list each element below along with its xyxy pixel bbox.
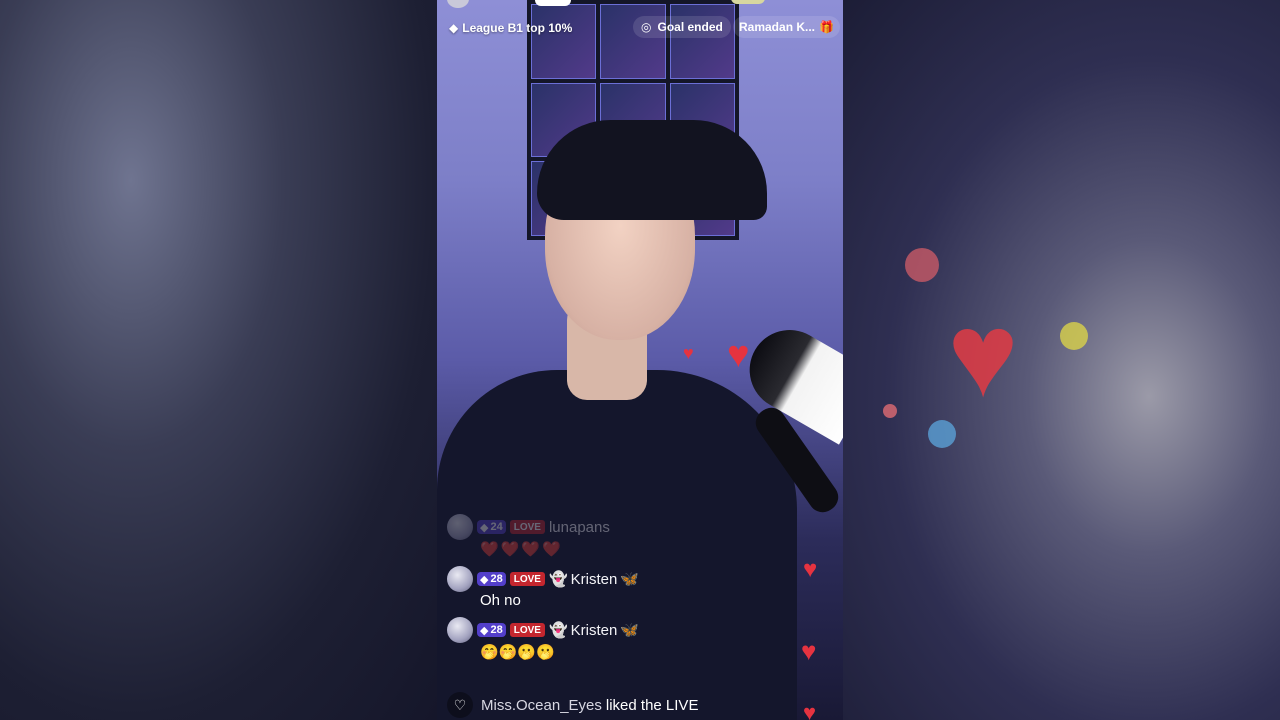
chat-message: ◆ 28 LOVE 👻 Kristen 🦋 Oh no xyxy=(447,566,787,609)
love-badge: LOVE xyxy=(509,520,545,534)
backdrop-left xyxy=(0,0,437,720)
chat-username[interactable]: 👻 Kristen 🦋 xyxy=(548,621,640,640)
league-label: League B1 top 10% xyxy=(462,21,573,35)
avatar[interactable] xyxy=(447,566,473,592)
chat-username[interactable]: 👻 Kristen 🦋 xyxy=(548,570,640,589)
level-badge: ◆ 28 xyxy=(477,572,506,586)
level-badge: ◆ 28 xyxy=(477,623,506,637)
top-bar: ◆ League B1 top 10% ◎ Goal ended Ramadan… xyxy=(437,0,843,44)
target-icon: ◎ xyxy=(641,20,652,34)
activity-notice: ♡ Miss.Ocean_Eyes liked the LIVE xyxy=(447,692,698,718)
goal-status[interactable]: ◎ Goal ended xyxy=(633,16,731,38)
particle xyxy=(1060,322,1088,350)
avatar[interactable] xyxy=(447,514,473,540)
butterfly-icon: 🦋 xyxy=(620,571,640,588)
chat-feed: ◆ 24 LOVE lunapans ❤️❤️❤️❤️ ◆ 28 LOVE 👻 Kri… xyxy=(447,514,787,671)
particle xyxy=(905,248,939,282)
chat-message: ◆ 28 LOVE 👻 Kristen 🦋 🤭🤭🫢🫢 xyxy=(447,617,787,661)
avatar[interactable] xyxy=(447,617,473,643)
heart-icon: ♥ xyxy=(727,334,750,376)
live-stream-view[interactable]: ♥ ♥ ♥ ♥ ♥ ◆ League B1 top 10% ◎ Goal end… xyxy=(437,0,843,720)
chat-username[interactable]: lunapans xyxy=(549,519,610,536)
particle xyxy=(883,404,897,418)
chat-text: Oh no xyxy=(480,592,521,609)
gem-icon: ◆ xyxy=(480,624,489,637)
diamond-icon: ◆ xyxy=(449,21,459,35)
event-banner[interactable]: Ramadan K... 🎁 xyxy=(733,16,840,38)
host-avatar[interactable] xyxy=(447,0,469,8)
event-label: Ramadan K... xyxy=(739,20,816,34)
level-badge: ◆ 24 xyxy=(477,520,506,534)
chat-text: ❤️❤️❤️❤️ xyxy=(480,541,563,558)
gift-icon: 🎁 xyxy=(819,20,834,34)
heart-icon: ♥ xyxy=(801,636,817,666)
heart-icon: ♥ xyxy=(803,700,817,720)
heart-outline-icon: ♡ xyxy=(447,692,473,718)
butterfly-icon: 🦋 xyxy=(620,622,640,639)
chat-message: ◆ 24 LOVE lunapans ❤️❤️❤️❤️ xyxy=(447,514,787,558)
love-badge: LOVE xyxy=(509,572,545,586)
ghost-icon: 👻 xyxy=(548,622,568,639)
heart-icon: ♥ xyxy=(683,343,694,363)
gem-icon: ◆ xyxy=(480,573,489,586)
follow-pill[interactable] xyxy=(535,0,571,6)
ghost-icon: 👻 xyxy=(548,571,568,588)
heart-icon: ♥ xyxy=(947,288,1019,422)
league-badge[interactable]: ◆ League B1 top 10% xyxy=(449,21,572,35)
activity-user[interactable]: Miss.Ocean_Eyes xyxy=(481,697,602,714)
particle xyxy=(928,420,956,448)
heart-icon: ♥ xyxy=(803,556,818,583)
backdrop-right xyxy=(843,0,1280,720)
activity-action: liked the LIVE xyxy=(605,696,699,714)
chat-text: 🤭🤭🫢🫢 xyxy=(480,644,555,661)
goal-label: Goal ended xyxy=(657,20,723,34)
gem-icon: ◆ xyxy=(480,521,489,534)
viewer-avatars[interactable] xyxy=(731,0,765,4)
love-badge: LOVE xyxy=(509,623,545,637)
